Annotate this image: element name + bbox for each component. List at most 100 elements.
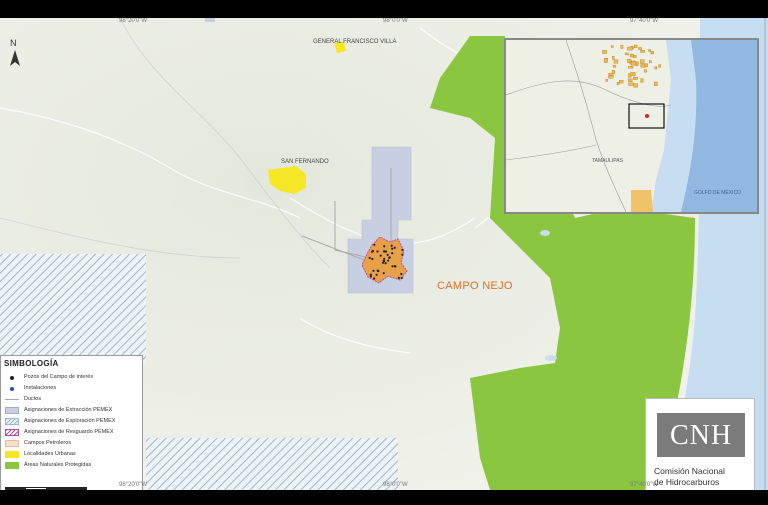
inset-oilfield [640,78,644,83]
well-point [388,256,391,259]
well-point [369,275,372,278]
main-map[interactable]: 98°20'0"W 98°0'0"W 97°40'0"W GENERAL FRA… [0,18,768,490]
well-point [401,248,404,251]
legend-item-label: Campos Petroleros [24,440,72,446]
well-point [397,276,401,279]
legend-item: Instalaciones [3,384,143,393]
inset-canvas [506,40,757,212]
inset-oilfield [620,44,624,49]
legend-item: Pozos del Campo de interés [3,373,143,382]
well-point [393,246,396,249]
inset-oilfield [650,50,654,55]
legend-item: Asignaciones de Extracción PEMEX [3,406,143,415]
facility-dot-icon [10,387,14,391]
inset-oilfield [608,75,614,79]
legend-item: Áreas Naturales Protegidas [3,461,143,470]
inset-oilfield [638,47,642,50]
well-point [375,273,378,276]
well-point [384,262,387,265]
well-point [400,272,403,276]
exploration-assignment-west [0,254,146,364]
cnh-logo: CNH Comisión Nacional de Hidrocarburos [645,398,755,490]
inset-oilfield [658,64,661,68]
well-point [376,250,379,253]
legend-item-label: Asignaciones de Extracción PEMEX [24,407,113,413]
extraction-swatch-icon [5,407,19,414]
inset-oilfield [630,71,636,77]
inset-oilfield [628,82,634,86]
well-point [383,245,386,248]
inset-oilfield [610,45,614,48]
well-point [386,253,389,256]
well-point [383,250,387,253]
inset-oilfield [605,79,609,82]
legend-item: Campos Petroleros [3,439,143,448]
scale-bar: 0 3 6 12 [2,487,92,490]
well-point [372,269,375,272]
well-point [391,247,394,250]
inset-oilfield [649,60,652,64]
legend-panel: SIMBOLOGÍA Pozos del Campo de interés In… [0,355,143,490]
well-point [391,252,394,255]
inset-oilfield [616,82,620,86]
pipeline-line-icon [5,399,19,400]
inset-oilfield [639,59,645,64]
inset-oilfield [612,64,617,68]
inset-state-label: TAMAULIPAS [592,158,623,164]
inset-oilfield [648,49,652,52]
well-point [382,272,385,275]
well-point [400,276,403,280]
coord-top-2: 98°0'0"W [383,18,408,24]
legend-item: Localidades Urbanas [3,450,143,459]
cnh-logo-box: CNH [657,413,745,457]
reserve-swatch-icon [5,429,19,436]
legend-item: Asignaciones de Exploración PEMEX [3,417,143,426]
exploration-assignment-south [146,438,398,490]
well-point [391,265,394,268]
inset-oilfield [634,44,638,48]
well-point [376,269,379,272]
cnh-name-line1: Comisión Nacional [654,466,725,476]
well-point [393,264,397,268]
map-frame: 98°20'0"W 98°0'0"W 97°40'0"W GENERAL FRA… [0,0,768,505]
legend-item-label: Áreas Naturales Protegidas [24,462,92,468]
lake [540,230,550,236]
legend-item-label: Localidades Urbanas [24,451,76,457]
inset-oilfield [613,59,619,64]
coord-top-1: 98°20'0"W [119,18,148,24]
well-dot-icon [10,376,14,380]
place-gf-villa: GENERAL FRANCISCO VILLA [313,39,397,45]
inset-oilfield [602,50,607,54]
inset-oilfield [654,66,658,70]
inset-oilfield [644,63,648,68]
well-point [371,249,374,253]
locator-inset-map[interactable]: TAMAULIPAS GOLFO DE MÉXICO [504,38,759,214]
well-point [383,257,386,260]
inset-oilfield [635,61,639,66]
scale-bar-graphic [5,487,87,490]
legend-item: Asignaciones de Resguardo PEMEX [3,428,143,437]
inset-oilfield [633,83,638,88]
well-point [379,254,382,257]
lake [545,355,557,361]
legend-item-label: Instalaciones [24,385,57,391]
inset-oilfield [643,69,647,73]
inset-oilfield [627,46,633,51]
coord-bottom-1: 98°20'0"W [119,482,148,488]
inset-oilfield [619,80,624,84]
legend-item-label: Asignaciones de Resguardo PEMEX [24,429,114,435]
well-point [401,253,404,256]
cnh-acronym: CNH [669,420,733,451]
oilfield-swatch-icon [5,440,19,447]
inset-oilfield [625,52,629,56]
exploration-swatch-icon [5,418,19,425]
inset-oilfield [629,53,634,58]
well-point [387,259,390,262]
inset-gulf-label: GOLFO DE MÉXICO [694,190,741,196]
legend-item-label: Ductos [24,396,42,402]
inset-oilfield [640,63,646,68]
inset-oilfield [627,58,632,64]
legend-title: SIMBOLOGÍA [4,359,59,368]
inset-oilfield [628,65,634,69]
inset-oilfield [627,73,632,78]
